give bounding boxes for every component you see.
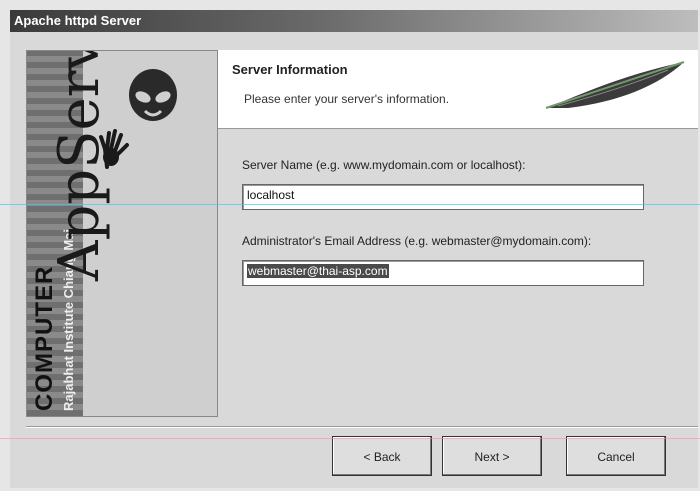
scan-artifact-line (0, 438, 700, 439)
page-title: Server Information (232, 62, 348, 77)
side-banner: COMPUTER Rajabhat Institute Chiang Mai A… (26, 50, 218, 417)
scan-artifact-line (0, 204, 700, 205)
button-divider (26, 426, 698, 428)
back-button[interactable]: < Back (332, 436, 432, 476)
alien-icon (129, 69, 177, 121)
feather-icon (545, 61, 685, 109)
page-subtitle: Please enter your server's information. (244, 92, 450, 106)
next-button[interactable]: Next > (442, 436, 542, 476)
admin-email-label: Administrator's Email Address (e.g. webm… (242, 234, 592, 248)
page-header: Server Information Please enter your ser… (218, 50, 698, 129)
cancel-button[interactable]: Cancel (566, 436, 666, 476)
installer-window: Apache httpd Server COMPUTER Rajabhat In… (10, 10, 698, 488)
admin-email-input[interactable]: webmaster@thai-asp.com (242, 260, 644, 286)
server-name-label: Server Name (e.g. www.mydomain.com or lo… (242, 158, 526, 172)
admin-email-value: webmaster@thai-asp.com (247, 264, 389, 278)
server-name-input[interactable]: localhost (242, 184, 644, 210)
title-bar[interactable]: Apache httpd Server (10, 10, 698, 32)
appserv-logo-text: AppServ (47, 50, 112, 281)
server-name-value: localhost (247, 188, 295, 202)
